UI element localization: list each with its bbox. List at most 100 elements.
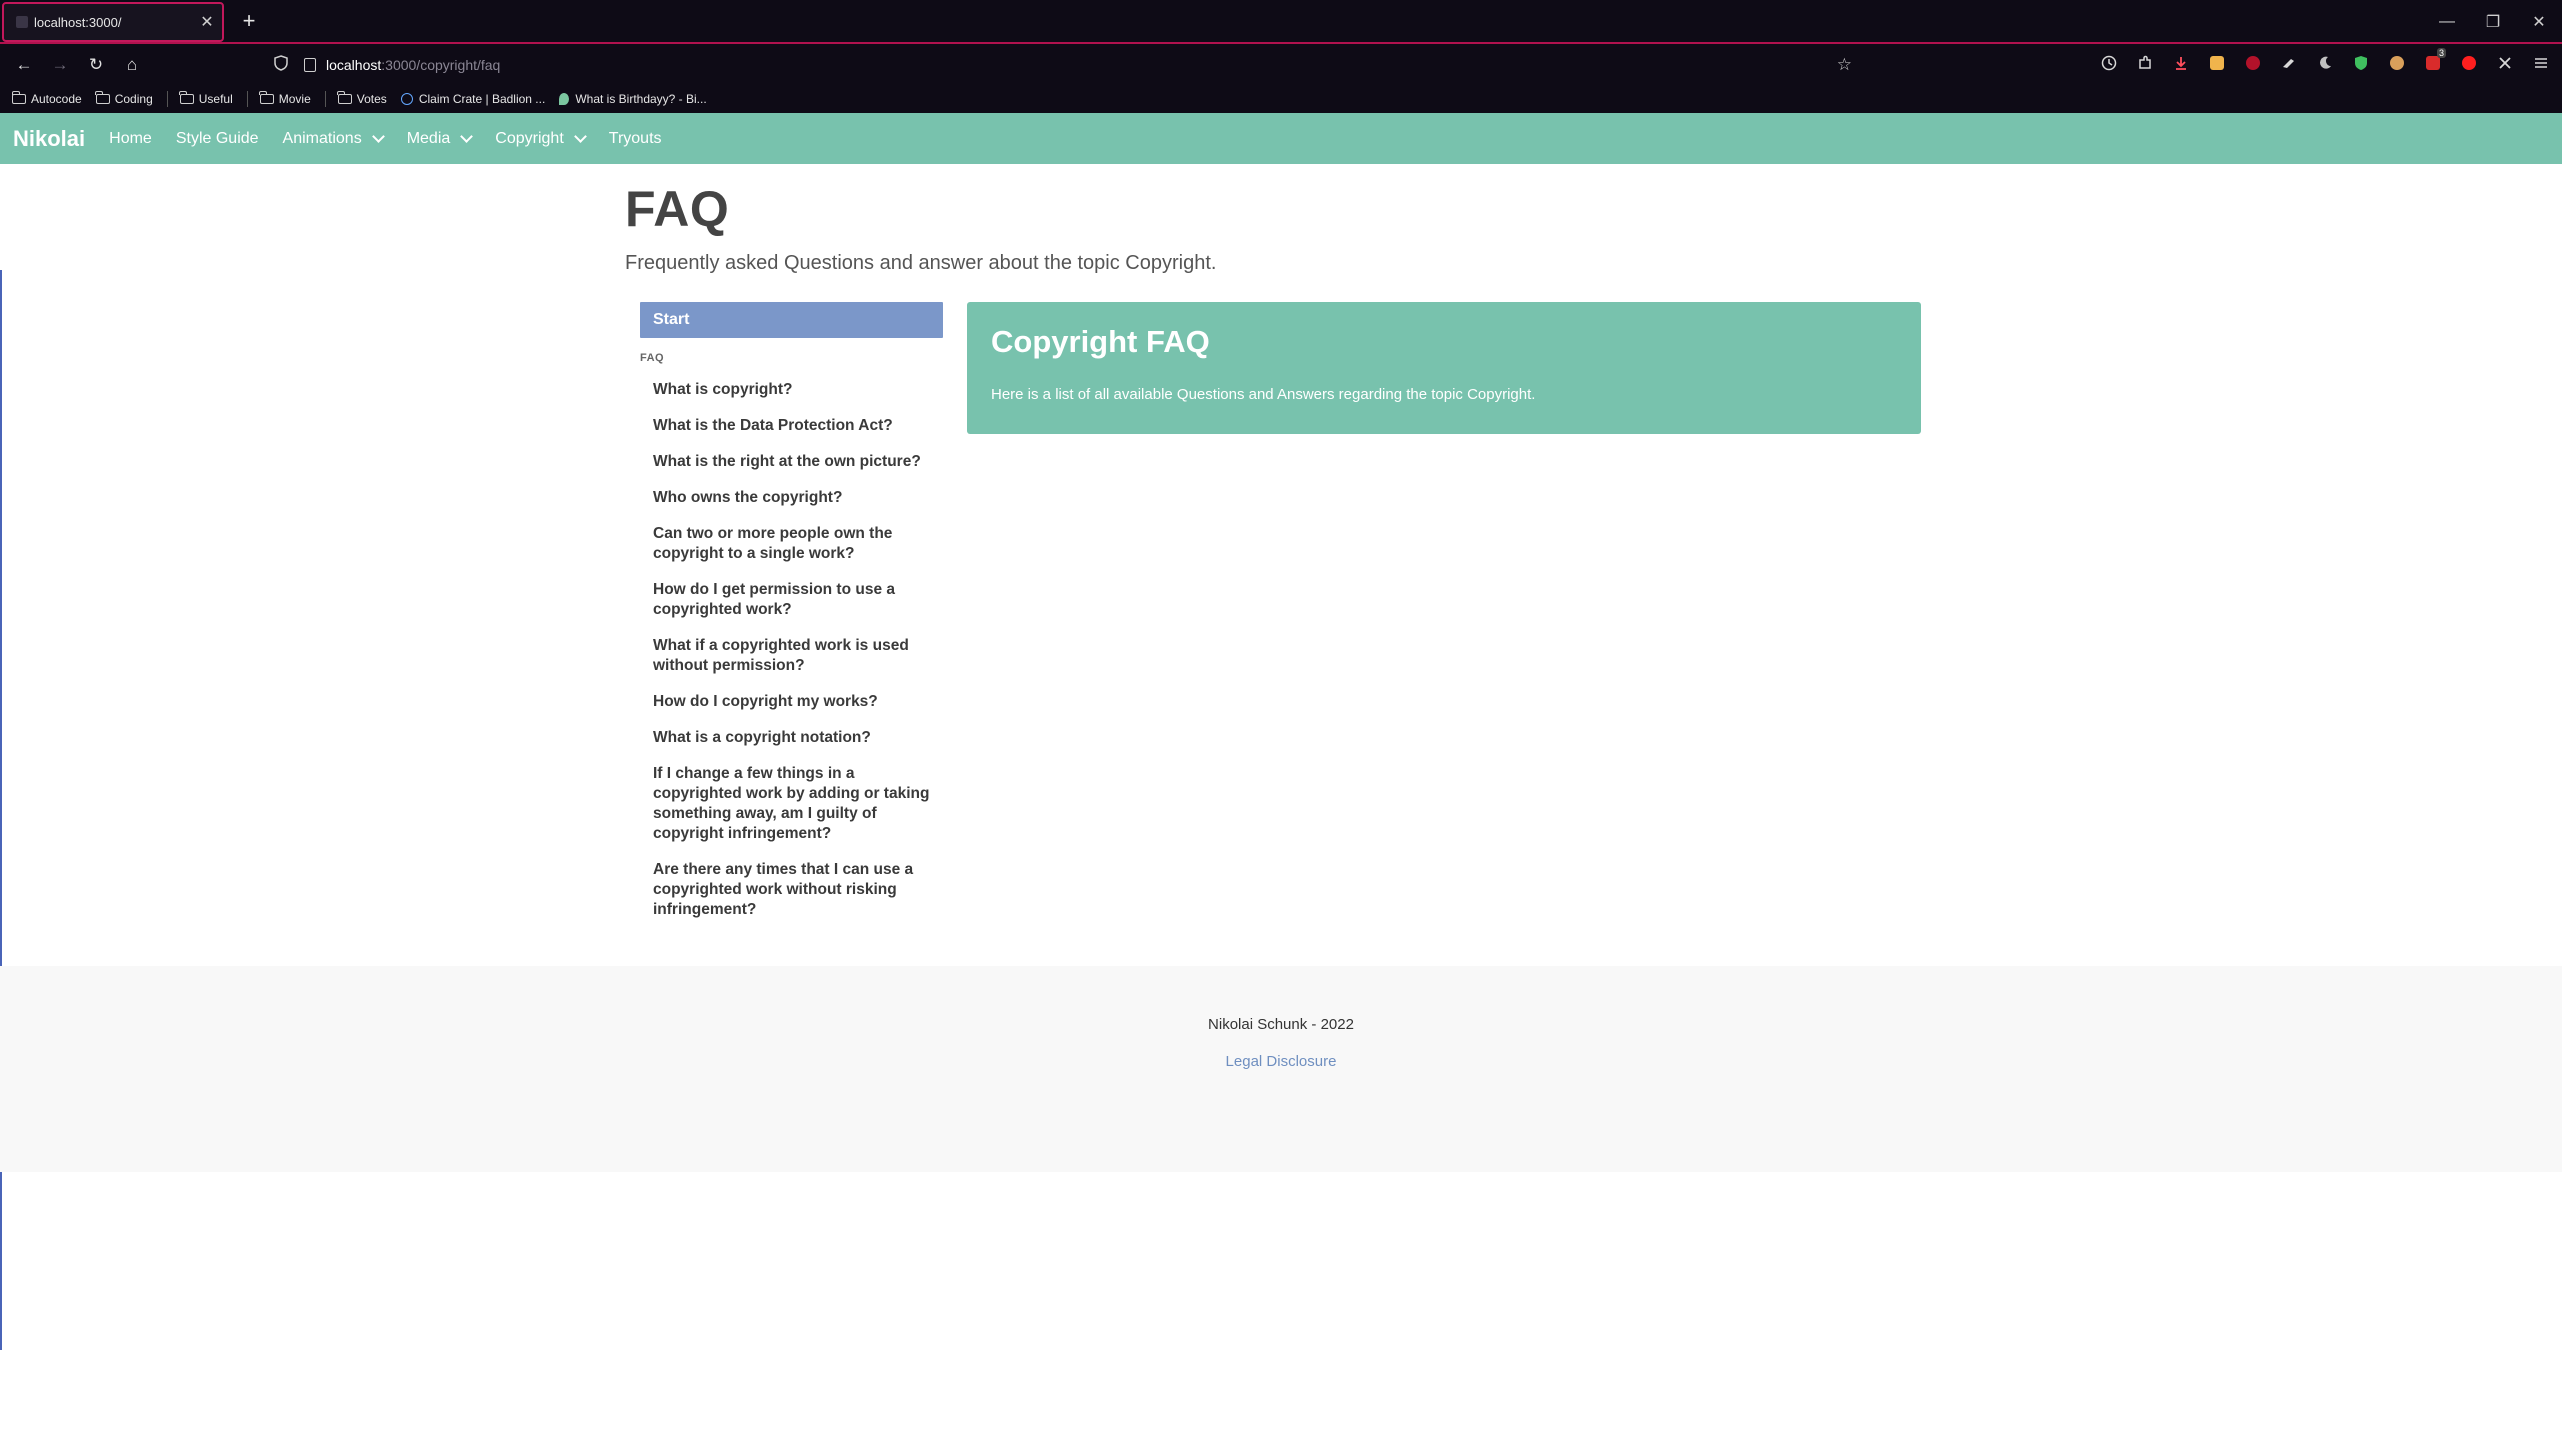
legal-disclosure-link[interactable]: Legal Disclosure (1226, 1053, 1337, 1070)
bookmarks-bar: Autocode Coding Useful Movie Votes Claim… (0, 86, 2562, 112)
bookmark-separator (246, 91, 248, 107)
faq-item[interactable]: If I change a few things in a copyrighte… (640, 764, 943, 844)
page-info-icon[interactable] (304, 58, 316, 72)
ublock-icon[interactable] (2240, 50, 2266, 76)
nav-media-label: Media (406, 129, 451, 147)
nav-style-guide[interactable]: Style Guide (164, 130, 271, 148)
bookmark-label: Autocode (31, 92, 82, 106)
nav-home[interactable]: Home (97, 130, 164, 148)
bookmark-star-icon[interactable]: ☆ (1837, 55, 1852, 75)
faq-list: What is copyright? What is the Data Prot… (640, 380, 943, 920)
bookmark-label: Coding (114, 92, 153, 106)
translate-extension-icon[interactable] (2204, 50, 2230, 76)
history-icon[interactable] (2096, 50, 2122, 76)
bookmark-claim-crate[interactable]: Claim Crate | Badlion ... (400, 92, 546, 106)
faq-item[interactable]: Who owns the copyright? (640, 488, 943, 508)
browser-chrome: localhost:3000/ ✕ + — ❐ ✕ ← → ↻ ⌂ localh… (0, 0, 2562, 113)
bookmark-label: Useful (198, 92, 233, 106)
bookmark-label: What is Birthdayy? - Bi... (575, 92, 707, 106)
card-title: Copyright FAQ (991, 324, 1210, 359)
bookmark-useful[interactable]: Useful (179, 91, 233, 106)
bookmark-birthdayy[interactable]: What is Birthdayy? - Bi... (559, 92, 707, 106)
chevron-down-icon (371, 129, 385, 143)
tab-close-icon[interactable]: ✕ (192, 12, 222, 32)
moon-extension-icon[interactable] (2312, 50, 2338, 76)
restore-button[interactable]: ❐ (2470, 0, 2516, 44)
nav-style-guide-label: Style Guide (175, 129, 259, 147)
folder-icon (337, 91, 352, 104)
nav-tryouts[interactable]: Tryouts (597, 130, 674, 148)
counter-extension-icon[interactable]: 3 (2420, 48, 2446, 76)
tab-strip: localhost:3000/ ✕ + — ❐ ✕ (0, 0, 2562, 44)
faq-item[interactable]: How do I copyright my works? (640, 692, 943, 712)
tools-extension-icon[interactable] (2492, 50, 2518, 76)
faq-item[interactable]: Are there any times that I can use a cop… (640, 860, 943, 920)
folder-icon (11, 91, 26, 104)
faq-item[interactable]: Can two or more people own the copyright… (640, 524, 943, 564)
url-host: localhost (326, 57, 382, 73)
nav-media-dropdown[interactable]: Media (395, 130, 484, 148)
nav-animations-dropdown[interactable]: Animations (271, 130, 395, 148)
site-footer: Nikolai Schunk - 2022 Legal Disclosure (0, 966, 2562, 1172)
copyright-faq-card: Copyright FAQ Here is a list of all avai… (967, 302, 1921, 434)
forward-icon[interactable]: → (42, 50, 78, 80)
bookmark-label: Votes (356, 92, 387, 106)
bookmark-label: Movie (278, 92, 311, 106)
globe-icon (400, 93, 413, 105)
bookmark-coding[interactable]: Coding (95, 91, 153, 106)
faq-sidebar: Start FAQ What is copyright? What is the… (640, 302, 943, 936)
leaf-icon (559, 93, 570, 105)
folder-icon (259, 91, 274, 104)
faq-item[interactable]: How do I get permission to use a copyrig… (640, 580, 943, 620)
tab-title: localhost:3000/ (34, 14, 122, 30)
faq-item[interactable]: What is a copyright notation? (640, 728, 943, 748)
cookie-extension-icon[interactable] (2384, 50, 2410, 76)
footer-copyright: Nikolai Schunk - 2022 (1208, 1016, 1354, 1033)
page-header: FAQ Frequently asked Questions and answe… (625, 180, 1216, 275)
new-tab-button[interactable]: + (236, 8, 262, 34)
faq-item[interactable]: What if a copyrighted work is used witho… (640, 636, 943, 676)
tracking-shield-icon[interactable] (270, 55, 292, 75)
nav-copyright-dropdown[interactable]: Copyright (483, 130, 596, 148)
bookmark-autocode[interactable]: Autocode (11, 91, 82, 106)
minimize-button[interactable]: — (2424, 0, 2470, 44)
back-icon[interactable]: ← (6, 50, 42, 80)
folder-icon (179, 91, 194, 104)
folder-icon (95, 91, 110, 104)
extensions-icon[interactable] (2132, 50, 2158, 76)
nav-home-label: Home (109, 129, 152, 147)
sidebar-heading: FAQ (640, 352, 665, 364)
menu-icon[interactable] (2528, 50, 2554, 76)
nav-copyright-label: Copyright (495, 129, 564, 147)
browser-tab[interactable]: localhost:3000/ ✕ (2, 2, 224, 42)
url-path: :3000/copyright/faq (381, 57, 501, 73)
card-text: Here is a list of all available Question… (991, 386, 1536, 403)
bookmark-movie[interactable]: Movie (259, 91, 311, 106)
window-edge (0, 270, 2, 1350)
pen-extension-icon[interactable] (2276, 50, 2302, 76)
shield-check-icon[interactable] (2348, 50, 2374, 76)
nav-animations-label: Animations (282, 129, 362, 147)
site-navbar: Nikolai Home Style Guide Animations Medi… (0, 113, 2562, 164)
page-title: FAQ (625, 181, 730, 237)
faq-item[interactable]: What is the Data Protection Act? (640, 416, 943, 436)
window-close-button[interactable]: ✕ (2516, 0, 2562, 44)
page-lead: Frequently asked Questions and answer ab… (625, 252, 1217, 274)
bookmark-separator (324, 91, 326, 107)
address-bar[interactable]: localhost:3000/copyright/faq ☆ (270, 50, 1870, 80)
home-icon[interactable]: ⌂ (114, 50, 150, 80)
faq-item[interactable]: What is the right at the own picture? (640, 452, 943, 472)
faq-item[interactable]: What is copyright? (640, 380, 943, 400)
bookmark-label: Claim Crate | Badlion ... (418, 92, 546, 106)
sidebar-start-button[interactable]: Start (640, 302, 943, 338)
youtube-extension-icon[interactable] (2456, 50, 2482, 76)
bookmark-separator (166, 91, 168, 107)
chevron-down-icon (573, 129, 587, 143)
bookmark-votes[interactable]: Votes (337, 91, 387, 106)
window-controls: — ❐ ✕ (2424, 0, 2562, 44)
url-text[interactable]: localhost:3000/copyright/faq (326, 57, 500, 73)
brand-logo[interactable]: Nikolai (13, 126, 85, 152)
nav-tryouts-label: Tryouts (608, 129, 662, 147)
reload-icon[interactable]: ↻ (78, 50, 114, 80)
downloads-icon[interactable] (2168, 50, 2194, 76)
